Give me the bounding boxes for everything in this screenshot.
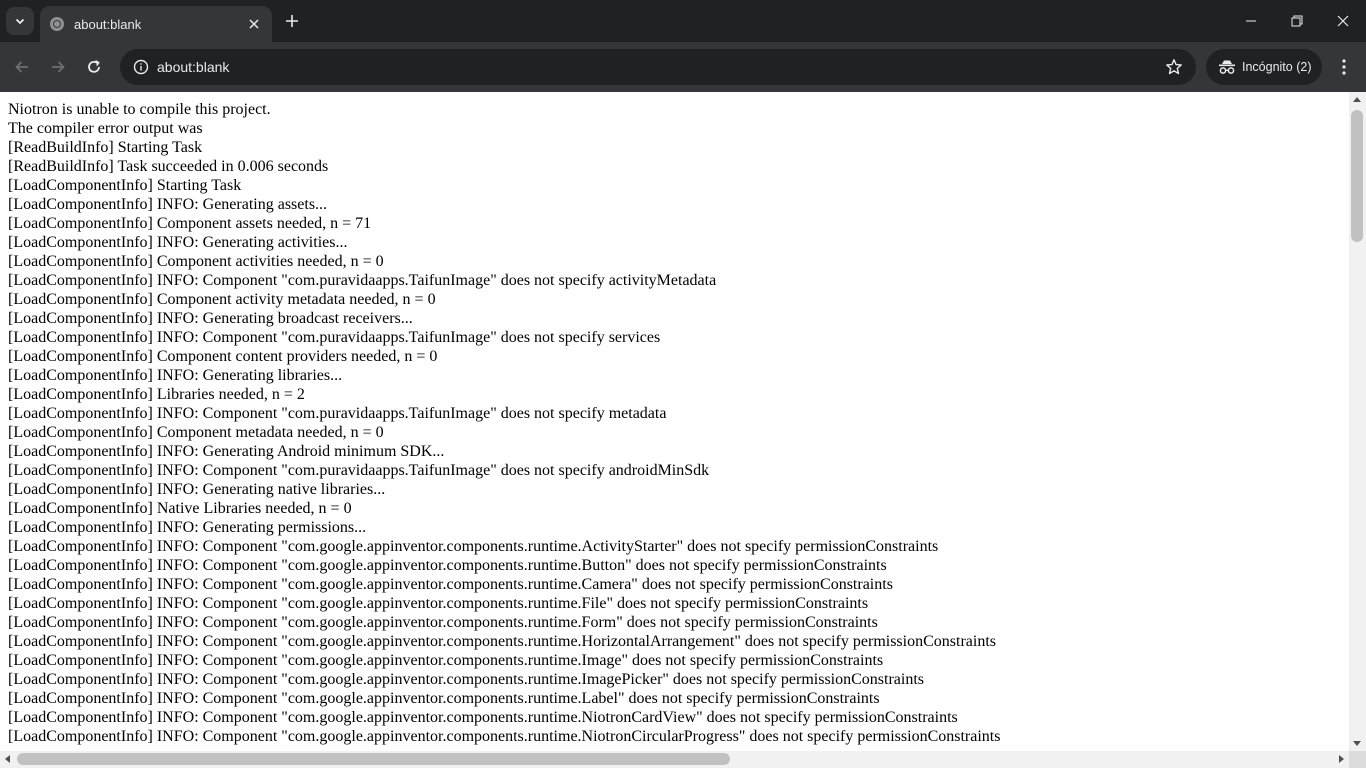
log-line: [LoadComponentInfo] INFO: Component "com… — [8, 557, 887, 574]
log-line: [LoadComponentInfo] INFO: Generating lib… — [8, 367, 343, 384]
forward-button[interactable] — [43, 52, 73, 82]
log-line: [LoadComponentInfo] INFO: Component "com… — [8, 709, 958, 726]
log-line: [LoadComponentInfo] INFO: Generating And… — [8, 443, 445, 460]
log-line: [LoadComponentInfo] Component activity m… — [8, 291, 436, 308]
close-window-button[interactable] — [1320, 0, 1366, 42]
close-icon — [249, 19, 259, 29]
minimize-icon — [1246, 20, 1256, 22]
back-button[interactable] — [7, 52, 37, 82]
vertical-scroll-thumb[interactable] — [1351, 110, 1363, 242]
scrollbar-corner — [1349, 751, 1366, 768]
browser-menu-button[interactable] — [1330, 52, 1358, 82]
star-icon — [1166, 59, 1182, 75]
log-line: [ReadBuildInfo] Starting Task — [8, 139, 203, 156]
log-line: [LoadComponentInfo] Native Libraries nee… — [8, 500, 352, 517]
reload-button[interactable] — [79, 52, 109, 82]
log-line: [LoadComponentInfo] INFO: Component "com… — [8, 728, 1001, 745]
restore-button[interactable] — [1274, 0, 1320, 42]
scroll-left-icon[interactable] — [5, 755, 10, 763]
tab-close-button[interactable] — [244, 14, 264, 34]
horizontal-scrollbar[interactable] — [0, 751, 1349, 768]
log-line: The compiler error output was — [8, 120, 203, 137]
scroll-up-icon[interactable] — [1353, 97, 1361, 102]
log-line: [LoadComponentInfo] Component assets nee… — [8, 215, 372, 232]
log-line: [LoadComponentInfo] INFO: Component "com… — [8, 595, 869, 612]
log-line: [LoadComponentInfo] INFO: Component "com… — [8, 405, 667, 422]
tab-search-button[interactable] — [6, 7, 34, 35]
more-vert-icon — [1342, 59, 1346, 75]
incognito-icon — [1219, 60, 1235, 74]
globe-icon — [50, 17, 64, 31]
tab-title: about:blank — [74, 16, 142, 32]
incognito-indicator[interactable]: Incógnito (2) — [1206, 49, 1322, 85]
page-content: Niotron is unable to compile this projec… — [0, 92, 1349, 751]
plus-icon — [286, 15, 298, 27]
log-line: [LoadComponentInfo] INFO: Generating act… — [8, 234, 348, 251]
log-line: [LoadComponentInfo] INFO: Generating bro… — [8, 310, 413, 327]
incognito-label: Incógnito (2) — [1242, 60, 1312, 74]
minimize-button[interactable] — [1228, 0, 1274, 42]
arrow-right-icon — [52, 61, 65, 73]
vertical-scrollbar[interactable] — [1349, 92, 1366, 751]
log-line: [LoadComponentInfo] Component activities… — [8, 253, 384, 270]
site-info-button[interactable] — [128, 54, 154, 80]
log-line: [LoadComponentInfo] INFO: Component "com… — [8, 671, 925, 688]
reload-icon — [88, 60, 100, 73]
log-line: [LoadComponentInfo] INFO: Generating per… — [8, 519, 367, 536]
log-line: [LoadComponentInfo] INFO: Component "com… — [8, 272, 717, 289]
bookmark-button[interactable] — [1160, 53, 1188, 81]
restore-icon — [1291, 15, 1303, 27]
log-line: [ReadBuildInfo] Task succeeded in 0.006 … — [8, 158, 329, 175]
log-line: [LoadComponentInfo] INFO: Component "com… — [8, 462, 710, 479]
compiler-output: Niotron is unable to compile this projec… — [0, 92, 1349, 746]
arrow-left-icon — [15, 61, 28, 73]
log-line: [LoadComponentInfo] INFO: Component "com… — [8, 576, 893, 593]
log-line: [LoadComponentInfo] INFO: Component "com… — [8, 538, 939, 555]
log-line: [LoadComponentInfo] INFO: Generating nat… — [8, 481, 386, 498]
log-line: [LoadComponentInfo] INFO: Component "com… — [8, 329, 661, 346]
log-line: [LoadComponentInfo] Libraries needed, n … — [8, 386, 305, 403]
log-line: [LoadComponentInfo] INFO: Component "com… — [8, 614, 878, 631]
log-line: [LoadComponentInfo] INFO: Component "com… — [8, 633, 996, 650]
log-line: Niotron is unable to compile this projec… — [8, 101, 271, 118]
log-line: [LoadComponentInfo] INFO: Generating ass… — [8, 196, 328, 213]
log-line: [LoadComponentInfo] INFO: Component "com… — [8, 690, 880, 707]
scroll-right-icon[interactable] — [1339, 755, 1344, 763]
close-window-icon — [1337, 15, 1349, 27]
horizontal-scroll-thumb[interactable] — [17, 753, 730, 765]
tab-strip: about:blank — [0, 0, 1366, 42]
log-line: [LoadComponentInfo] INFO: Component "com… — [8, 652, 884, 669]
log-line: [LoadComponentInfo] Starting Task — [8, 177, 242, 194]
log-line: [LoadComponentInfo] Component metadata n… — [8, 424, 384, 441]
browser-toolbar: about:blank Incógnito (2) — [0, 42, 1366, 92]
url-text[interactable]: about:blank — [157, 59, 1160, 75]
new-tab-button[interactable] — [281, 10, 303, 32]
log-line: [LoadComponentInfo] Component content pr… — [8, 348, 438, 365]
chevron-down-icon — [15, 18, 25, 25]
scroll-down-icon[interactable] — [1353, 741, 1361, 746]
info-icon — [133, 59, 149, 75]
tab-active[interactable]: about:blank — [40, 6, 272, 42]
address-bar[interactable]: about:blank — [120, 49, 1196, 85]
